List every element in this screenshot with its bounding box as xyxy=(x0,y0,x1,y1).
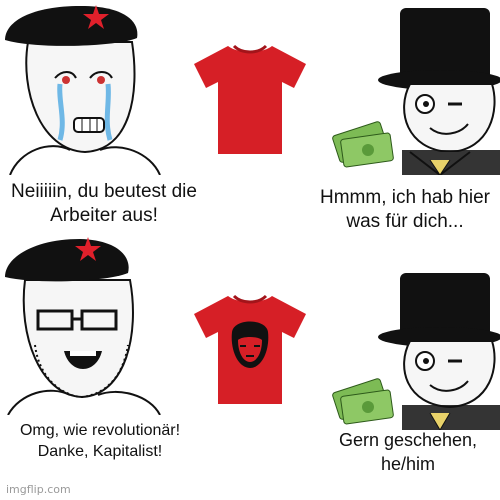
money-icon xyxy=(332,121,394,168)
capitalist-top-drawing xyxy=(332,8,500,175)
capitalist-top xyxy=(330,0,500,175)
bottom-left-caption: Omg, wie revolutionär! Danke, Kapitalist… xyxy=(19,422,181,460)
happy-wojak-drawing xyxy=(5,237,161,415)
top-left-caption: Neiiiiin, du beutest die Arbeiter aus! xyxy=(11,181,197,226)
crying-wojak-drawing xyxy=(5,5,161,175)
crying-wojak xyxy=(0,0,170,175)
che-red-tshirt xyxy=(190,290,310,410)
top-hat-icon xyxy=(400,8,490,80)
happy-wojak xyxy=(0,225,165,415)
tshirt-icon xyxy=(194,44,306,154)
bottom-right-caption: Gern geschehen, he/him xyxy=(338,430,478,474)
plain-red-tshirt xyxy=(190,40,310,160)
capitalist-bottom-drawing xyxy=(332,273,500,430)
money-icon xyxy=(332,378,394,425)
tshirt-icon xyxy=(194,294,306,404)
top-right-caption: Hmmm, ich hab hier was für dich... xyxy=(320,187,490,232)
capitalist-bottom xyxy=(330,265,500,430)
imgflip-watermark: imgflip.com xyxy=(6,483,71,496)
